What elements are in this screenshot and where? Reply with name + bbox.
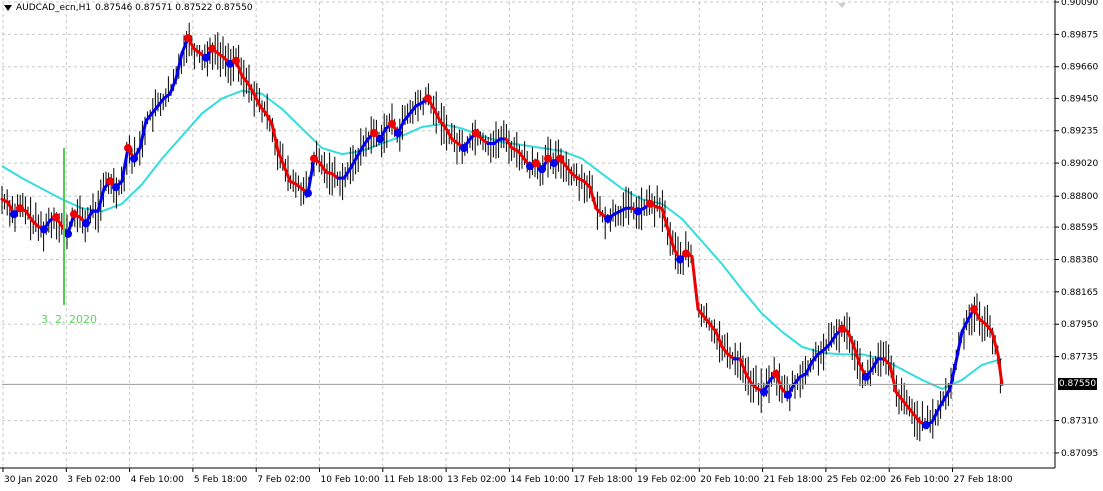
sell-signal-dot (70, 210, 78, 219)
time-tick-label: 14 Feb 10:00 (510, 475, 569, 485)
date-marker-label: 3. 2. 2020 (41, 313, 97, 326)
time-tick-label: 13 Feb 02:00 (447, 475, 506, 485)
sell-signal-dot (310, 154, 318, 163)
time-tick-label: 17 Feb 18:00 (574, 475, 633, 485)
symbol-header: AUDCAD_ecn,H1 0.87546 0.87571 0.87522 0.… (4, 3, 253, 13)
time-tick-label: 10 Feb 10:00 (321, 475, 380, 485)
buy-signal-dot (112, 183, 120, 192)
buy-signal-dot (64, 229, 72, 238)
ohlc-values: 0.87546 0.87571 0.87522 0.87550 (95, 3, 253, 13)
buy-signal-dot (538, 165, 546, 174)
sell-signal-dot (646, 199, 654, 208)
time-tick-label: 26 Feb 10:00 (890, 475, 949, 485)
buy-signal-dot (304, 189, 312, 198)
sell-signal-dot (106, 177, 114, 186)
time-tick-label: 19 Feb 02:00 (637, 475, 696, 485)
time-tick-label: 11 Feb 18:00 (384, 475, 443, 485)
buy-signal-dot (634, 207, 642, 216)
buy-signal-dot (862, 372, 870, 381)
sell-signal-dot (970, 305, 978, 314)
price-tick-label: 0.87310 (1061, 417, 1098, 427)
time-tick-label: 5 Feb 18:00 (194, 475, 248, 485)
price-tick-label: 0.87950 (1061, 320, 1098, 330)
sell-signal-dot (682, 249, 690, 258)
time-tick-label: 4 Feb 10:00 (131, 475, 185, 485)
sell-signal-dot (838, 324, 846, 333)
sell-signal-dot (184, 34, 192, 43)
buy-signal-dot (82, 219, 90, 228)
buy-signal-dot (40, 225, 48, 234)
sell-signal-dot (424, 94, 432, 103)
time-tick-label: 30 Jan 2020 (4, 475, 58, 485)
price-tick-label: 0.90090 (1061, 0, 1098, 8)
symbol-label: AUDCAD_ecn,H1 (16, 3, 92, 13)
sell-signal-dot (556, 154, 564, 163)
price-tick-label: 0.88380 (1061, 255, 1098, 265)
sell-signal-dot (124, 144, 132, 153)
sell-signal-dot (772, 369, 780, 378)
sell-signal-dot (52, 213, 60, 222)
price-tick-label: 0.89660 (1061, 63, 1098, 73)
sell-signal-dot (232, 56, 240, 65)
time-tick-label: 20 Feb 10:00 (700, 475, 759, 485)
sell-signal-dot (208, 44, 216, 53)
time-tick-label: 7 Feb 02:00 (257, 475, 311, 485)
time-tick-label: 27 Feb 18:00 (954, 475, 1013, 485)
buy-signal-dot (10, 210, 18, 219)
buy-signal-dot (676, 255, 684, 264)
chart-window[interactable]: 0.90090 0.89875 0.89660 0.89450 0.89235 0.890… (0, 0, 1103, 491)
time-tick-label: 25 Feb 02:00 (827, 475, 886, 485)
price-tick-label: 0.89235 (1061, 127, 1098, 137)
current-price-tag: 0.87550 (1058, 378, 1097, 391)
sell-signal-dot (370, 128, 378, 137)
buy-signal-dot (922, 421, 930, 430)
time-tick-label: 3 Feb 02:00 (67, 475, 121, 485)
sell-signal-dot (472, 128, 480, 137)
buy-signal-dot (460, 144, 468, 153)
sell-signal-dot (388, 119, 396, 128)
dropdown-triangle-icon[interactable] (4, 5, 12, 11)
buy-signal-dot (202, 53, 210, 62)
buy-signal-dot (130, 154, 138, 163)
buy-signal-dot (604, 214, 612, 223)
price-tick-label: 0.89450 (1061, 94, 1098, 104)
price-tick-label: 0.87735 (1061, 353, 1098, 363)
buy-signal-dot (784, 390, 792, 399)
buy-signal-dot (760, 387, 768, 396)
sell-signal-dot (16, 204, 24, 213)
buy-signal-dot (394, 128, 402, 137)
price-tick-label: 0.87095 (1061, 449, 1098, 459)
price-tick-label: 0.89875 (1061, 30, 1098, 40)
sell-signal-dot (532, 159, 540, 168)
price-tick-label: 0.88595 (1061, 223, 1098, 233)
price-chart[interactable]: 0.90090 0.89875 0.89660 0.89450 0.89235 0.890… (0, 0, 1103, 491)
price-tick-label: 0.88165 (1061, 288, 1098, 298)
price-tick-label: 0.88800 (1061, 192, 1098, 202)
time-tick-label: 21 Feb 18:00 (764, 475, 823, 485)
price-tick-label: 0.89020 (1061, 159, 1098, 169)
buy-signal-dot (376, 135, 384, 144)
